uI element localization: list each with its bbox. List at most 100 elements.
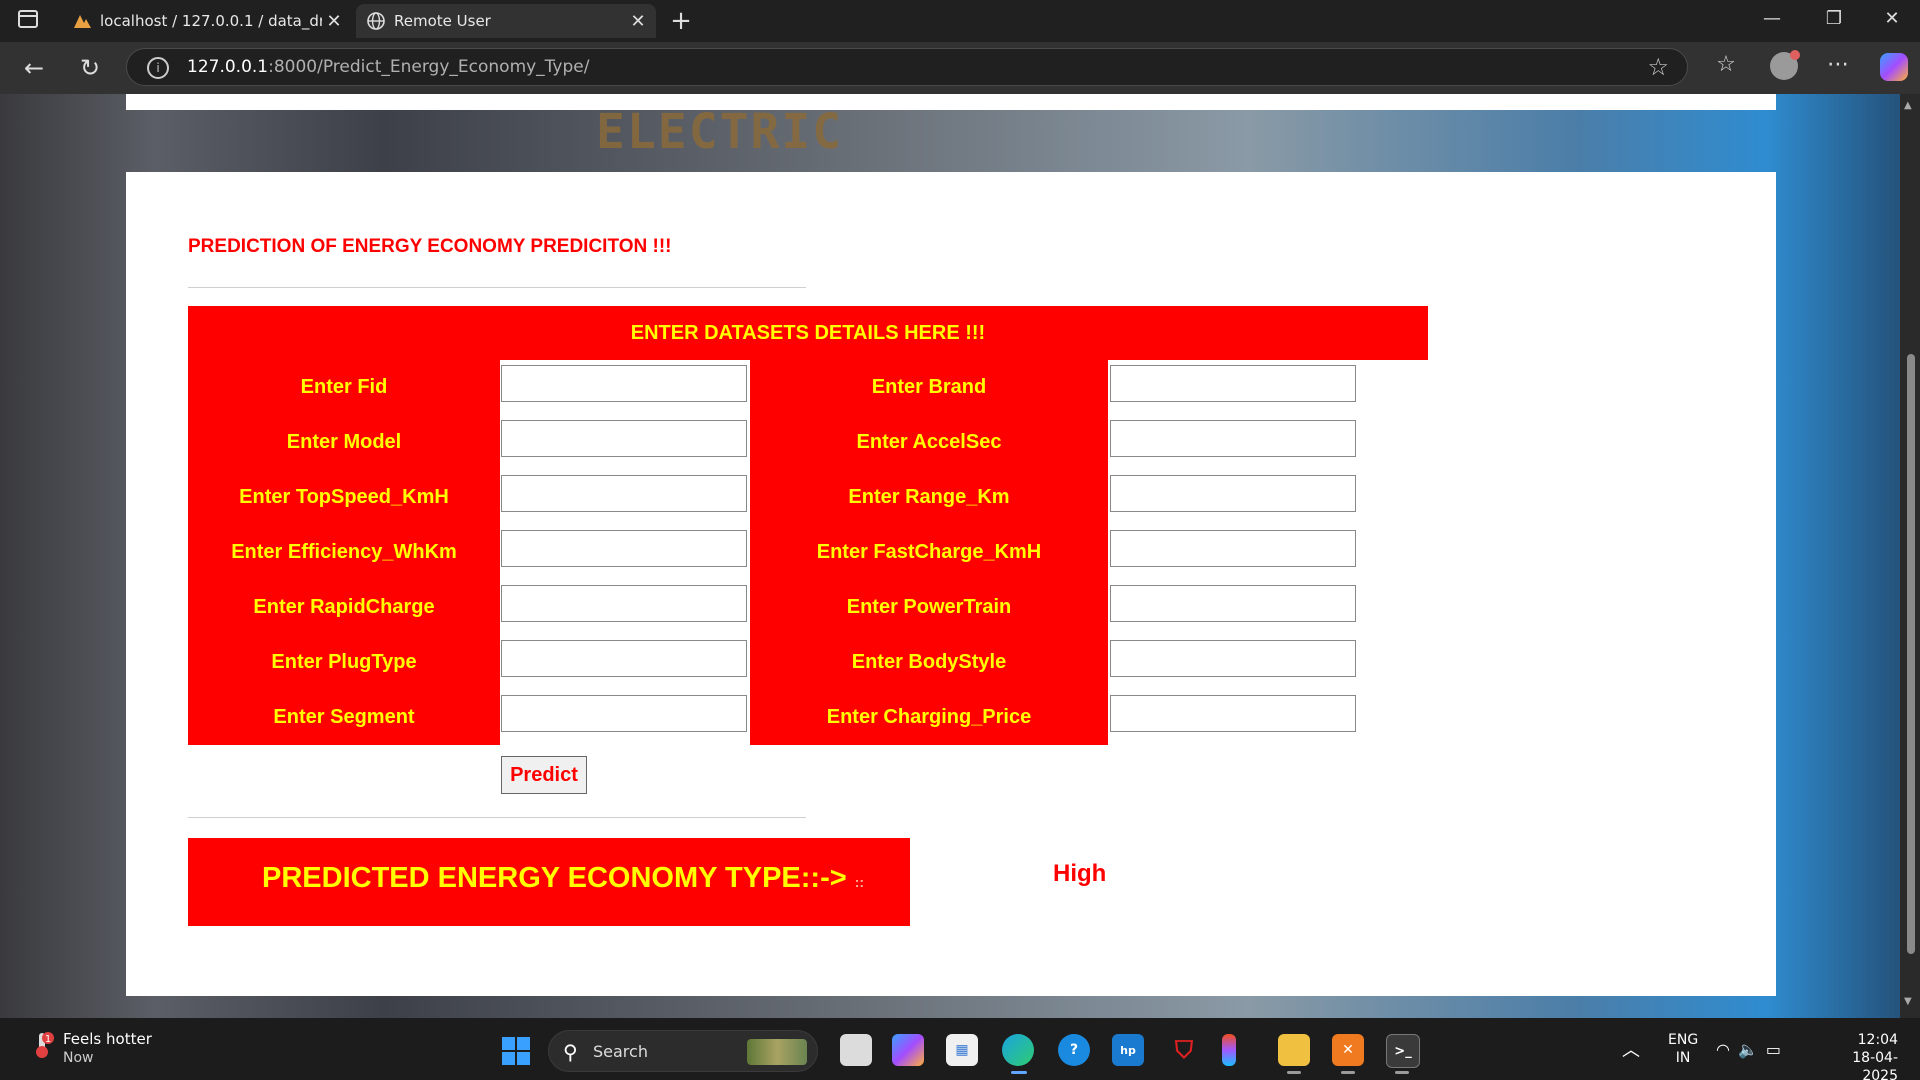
volume-icon[interactable]: 🔈	[1738, 1040, 1766, 1059]
tab-remote-user[interactable]: Remote User ✕	[356, 4, 656, 38]
url-text[interactable]: 127.0.0.1:8000/Predict_Energy_Economy_Ty…	[187, 57, 589, 77]
tab-close-icon[interactable]: ✕	[626, 11, 650, 32]
profile-avatar[interactable]	[1770, 50, 1800, 80]
back-arrow-icon[interactable]: ←	[16, 52, 52, 84]
show-hidden-icons-chevron-icon[interactable]: ︿	[1622, 1036, 1640, 1062]
app-indicator	[1395, 1071, 1409, 1074]
page-scrollbar[interactable]: ▲ ▼	[1900, 94, 1920, 1018]
language-indicator[interactable]: ENG IN	[1668, 1031, 1698, 1067]
battery-icon[interactable]: ▭	[1766, 1040, 1789, 1059]
divider	[188, 287, 806, 288]
more-options-icon[interactable]: ⋯	[1820, 52, 1856, 77]
label-plugtype: Enter PlugType	[271, 651, 417, 673]
app-indicator	[1287, 1071, 1301, 1074]
scrollbar-thumb[interactable]	[1907, 354, 1915, 954]
weather-title[interactable]: Feels hotter	[63, 1030, 152, 1048]
favorites-icon[interactable]: ☆	[1708, 52, 1744, 77]
label-charging-price: Enter Charging_Price	[826, 706, 1032, 728]
close-window-icon[interactable]: ✕	[1872, 8, 1912, 29]
brand-input[interactable]	[1110, 365, 1356, 402]
task-view-icon[interactable]	[840, 1034, 872, 1066]
search-highlight-image	[747, 1039, 807, 1065]
fid-input[interactable]	[501, 365, 747, 402]
file-explorer-icon[interactable]	[1278, 1034, 1310, 1066]
tab-title: localhost / 127.0.0.1 / data_driven	[100, 12, 322, 30]
taskbar-clock[interactable]: 12:04 18-04-2025	[1818, 1031, 1898, 1080]
label-model: Enter Model	[286, 431, 402, 453]
label-accelsec: Enter AccelSec	[856, 431, 1002, 453]
tab-close-icon[interactable]: ✕	[322, 11, 346, 32]
plugtype-input[interactable]	[501, 640, 747, 677]
restore-icon[interactable]: ❐	[1814, 8, 1854, 29]
fastcharge-input[interactable]	[1110, 530, 1356, 567]
page-viewport: ELECTRIC PREDICTION OF ENERGY ECONOMY PR…	[0, 94, 1920, 1018]
new-tab-icon[interactable]: +	[666, 6, 696, 36]
xampp-icon[interactable]: ✕	[1332, 1034, 1364, 1066]
tab-title: Remote User	[394, 12, 491, 30]
browser-tab-bar: localhost / 127.0.0.1 / data_driven ✕ Re…	[0, 0, 1920, 42]
weather-subtitle: Now	[63, 1050, 94, 1066]
browser-nav-bar: ← ↻ i 127.0.0.1:8000/Predict_Energy_Econ…	[0, 42, 1920, 94]
label-range: Enter Range_Km	[848, 486, 1010, 508]
address-bar[interactable]: i 127.0.0.1:8000/Predict_Energy_Economy_…	[126, 48, 1688, 86]
charging-price-input[interactable]	[1110, 695, 1356, 732]
page-title: PREDICTION OF ENERGY ECONOMY PREDICITON …	[188, 236, 672, 257]
terminal-icon[interactable]: >_	[1386, 1034, 1420, 1068]
topspeed-input[interactable]	[501, 475, 747, 512]
svg-text:1: 1	[45, 1034, 51, 1045]
label-segment: Enter Segment	[273, 706, 415, 728]
top-white-strip	[126, 94, 1776, 110]
powertrain-input[interactable]	[1110, 585, 1356, 622]
label-powertrain: Enter PowerTrain	[846, 596, 1012, 618]
form-header: ENTER DATASETS DETAILS HERE !!!	[188, 306, 1428, 360]
result-dots: ::	[854, 874, 865, 890]
tab-phpmyadmin[interactable]: localhost / 127.0.0.1 / data_driven ✕	[62, 4, 352, 38]
label-fid: Enter Fid	[300, 376, 388, 398]
label-fastcharge: Enter FastCharge_KmH	[816, 541, 1042, 563]
label-topspeed: Enter TopSpeed_KmH	[239, 486, 449, 508]
result-value: High	[1053, 860, 1107, 887]
globe-icon	[366, 11, 386, 31]
site-info-icon[interactable]: i	[147, 57, 169, 79]
thermometer-icon[interactable]: 1	[26, 1030, 56, 1060]
taskbar-search[interactable]: ⚲ Search	[548, 1030, 818, 1072]
edge-browser-icon[interactable]	[1002, 1034, 1034, 1066]
copilot-icon[interactable]	[1880, 53, 1908, 81]
help-icon[interactable]: ?	[1058, 1034, 1090, 1066]
minimize-icon[interactable]: —	[1752, 8, 1792, 29]
predict-button[interactable]: Predict	[501, 756, 587, 794]
microsoft-store-icon[interactable]: ▦	[946, 1034, 978, 1066]
sidebar-toggle-icon[interactable]	[18, 10, 38, 28]
label-efficiency: Enter Efficiency_WhKm	[231, 541, 457, 563]
scroll-up-icon[interactable]: ▲	[1904, 100, 1912, 111]
app-indicator	[1341, 1071, 1355, 1074]
bodystyle-input[interactable]	[1110, 640, 1356, 677]
start-windows-icon[interactable]	[502, 1037, 530, 1065]
rapidcharge-input[interactable]	[501, 585, 747, 622]
label-bodystyle: Enter BodyStyle	[851, 651, 1007, 673]
main-content-panel: PREDICTION OF ENERGY ECONOMY PREDICITON …	[126, 172, 1776, 996]
copilot-taskbar-icon[interactable]	[892, 1034, 924, 1066]
phpmyadmin-icon	[72, 11, 92, 31]
banner-electric-text: ELECTRIC	[596, 104, 844, 160]
mcafee-shield-icon[interactable]: ⛉	[1168, 1034, 1200, 1066]
segment-input[interactable]	[501, 695, 747, 732]
accelsec-input[interactable]	[1110, 420, 1356, 457]
favorite-star-icon[interactable]: ☆	[1647, 53, 1669, 81]
active-app-indicator	[1011, 1071, 1027, 1074]
range-input[interactable]	[1110, 475, 1356, 512]
label-rapidcharge: Enter RapidCharge	[253, 596, 435, 618]
wifi-icon[interactable]: ◠	[1716, 1040, 1738, 1059]
model-input[interactable]	[501, 420, 747, 457]
efficiency-input[interactable]	[501, 530, 747, 567]
result-label: PREDICTED ENERGY ECONOMY TYPE::-> ::	[262, 862, 865, 894]
label-brand: Enter Brand	[871, 376, 987, 398]
search-icon: ⚲	[563, 1040, 578, 1064]
figma-icon[interactable]	[1222, 1034, 1236, 1066]
divider	[188, 817, 806, 818]
myhp-icon[interactable]: hp	[1112, 1034, 1144, 1066]
scroll-down-icon[interactable]: ▼	[1904, 996, 1912, 1007]
system-tray-icons[interactable]: ◠🔈▭	[1716, 1040, 1789, 1059]
search-label: Search	[593, 1042, 648, 1061]
reload-icon[interactable]: ↻	[72, 52, 108, 84]
